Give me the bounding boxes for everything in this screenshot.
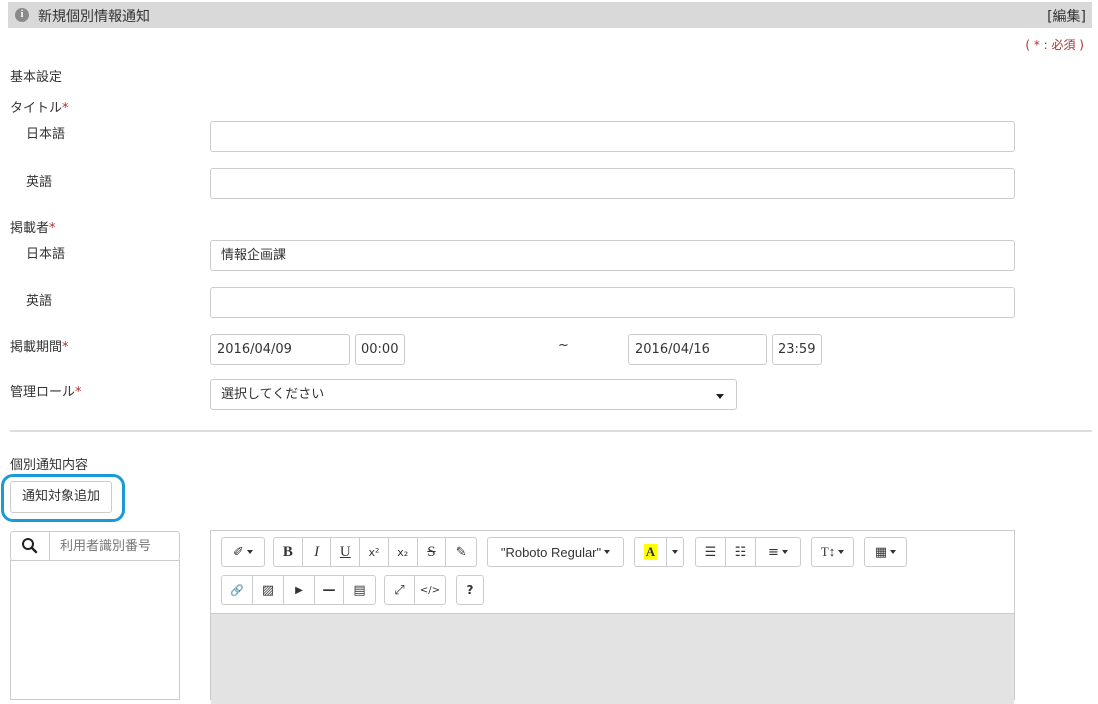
calculator-icon: ▤ — [353, 582, 366, 598]
chevron-down-icon — [781, 550, 788, 554]
toolbar-group-paragraph: ☰ ☷ ≡ — [695, 537, 801, 567]
font-name-dropdown[interactable]: "Roboto Regular" — [488, 538, 623, 566]
ordered-list-icon: ☷ — [734, 544, 747, 560]
align-dropdown[interactable]: ≡ — [756, 538, 800, 566]
magic-wand-icon: ✐ — [233, 544, 244, 560]
rich-text-editor: ✐ B I U x² x₂ S ✎ "Roboto Regular" A ☰ ☷… — [210, 530, 1015, 704]
toolbar-group-font-style: B I U x² x₂ S ✎ — [273, 537, 477, 567]
ordered-list-button[interactable]: ☷ — [726, 538, 756, 566]
toolbar-group-color: A — [634, 537, 684, 567]
font-color-button[interactable]: A — [635, 538, 667, 566]
toolbar-group-style: ✐ — [221, 537, 265, 567]
title-ja-label: 日本語 — [26, 127, 66, 142]
table-dropdown[interactable]: ▦ — [865, 538, 906, 566]
horizontal-rule-button[interactable]: — — [315, 576, 344, 604]
start-time-input[interactable]: 00:00 — [355, 334, 405, 365]
video-button[interactable]: ▶ — [284, 576, 315, 604]
end-date-input[interactable]: 2016/04/16 — [628, 334, 767, 365]
chevron-down-icon — [716, 394, 724, 399]
info-icon: i — [15, 8, 29, 22]
video-icon: ▶ — [295, 584, 303, 596]
title-ja-input[interactable] — [210, 121, 1015, 152]
toolbar-group-insert: 🔗 ▨ ▶ — ▤ — [221, 575, 376, 605]
bold-button[interactable]: B — [274, 538, 303, 566]
font-color-icon: A — [643, 544, 658, 560]
toolbar-group-font-name: "Roboto Regular" — [487, 537, 624, 567]
required-mark: * — [75, 385, 82, 400]
start-date-input[interactable]: 2016/04/09 — [210, 334, 350, 365]
code-icon: </> — [419, 584, 441, 596]
chevron-down-icon — [890, 550, 897, 554]
title-en-label: 英語 — [26, 175, 53, 190]
required-mark: * — [62, 340, 69, 355]
underline-button[interactable]: U — [331, 538, 361, 566]
link-button[interactable]: 🔗 — [222, 576, 253, 604]
end-time-input[interactable]: 23:59 — [772, 334, 822, 365]
publisher-label: 掲載者* — [10, 221, 56, 236]
fullscreen-button[interactable]: ⤢ — [385, 576, 415, 604]
chevron-down-icon — [672, 550, 678, 554]
section-individual-content: 個別通知内容 — [10, 458, 89, 473]
user-id-search-input[interactable] — [50, 532, 178, 560]
horizontal-rule-icon: — — [322, 582, 336, 598]
subscript-button[interactable]: x₂ — [389, 538, 418, 566]
chevron-down-icon — [604, 550, 611, 554]
image-button[interactable]: ▨ — [253, 576, 284, 604]
fullscreen-icon: ⤢ — [394, 582, 405, 598]
required-note: ( * : 必須 ) — [1025, 38, 1084, 52]
page-title: 新規個別情報通知 — [38, 9, 150, 25]
period-separator: ~ — [558, 338, 569, 353]
section-divider — [10, 430, 1092, 432]
section-basic-settings: 基本設定 — [10, 70, 63, 85]
period-label: 掲載期間* — [10, 340, 69, 355]
publisher-en-label: 英語 — [26, 294, 53, 309]
chevron-down-icon — [246, 550, 253, 554]
align-left-icon: ≡ — [768, 544, 779, 560]
toolbar-group-font-size: T↕ — [811, 537, 854, 567]
font-name-value: "Roboto Regular" — [500, 544, 602, 560]
search-icon-addon — [11, 532, 50, 560]
toolbar-group-table: ▦ — [864, 537, 907, 567]
add-target-button[interactable]: 通知対象追加 — [10, 481, 112, 513]
table-icon: ▦ — [874, 544, 888, 560]
toolbar-group-help: ? — [456, 575, 484, 605]
strikethrough-button[interactable]: S — [418, 538, 447, 566]
role-label: 管理ロール* — [10, 385, 82, 400]
help-button[interactable]: ? — [457, 576, 483, 604]
font-size-dropdown[interactable]: T↕ — [812, 538, 853, 566]
panel-header: i 新規個別情報通知 [編集] — [8, 2, 1092, 28]
edit-link[interactable]: [編集] — [1047, 6, 1086, 26]
required-mark: * — [62, 101, 69, 116]
publisher-en-input[interactable] — [210, 287, 1015, 318]
font-color-dropdown[interactable] — [667, 538, 683, 566]
user-search-box — [10, 531, 180, 561]
search-icon — [22, 538, 38, 554]
publisher-ja-label: 日本語 — [26, 247, 66, 262]
magic-wand-dropdown[interactable]: ✐ — [222, 538, 264, 566]
unordered-list-button[interactable]: ☰ — [696, 538, 726, 566]
eraser-icon: ✎ — [455, 544, 467, 560]
link-icon: 🔗 — [230, 583, 244, 597]
unordered-list-icon: ☰ — [704, 544, 717, 560]
user-result-list[interactable] — [10, 560, 180, 700]
chevron-down-icon — [838, 550, 845, 554]
required-mark: * — [49, 221, 56, 236]
image-icon: ▨ — [261, 582, 275, 598]
italic-button[interactable]: I — [303, 538, 332, 566]
role-select[interactable]: 選択してください — [210, 379, 737, 410]
editor-content-area[interactable] — [211, 613, 1014, 704]
font-size-icon: T↕ — [820, 544, 836, 559]
title-label: タイトル* — [10, 101, 69, 116]
help-icon: ? — [466, 583, 474, 597]
title-en-input[interactable] — [210, 168, 1015, 199]
calculator-button[interactable]: ▤ — [344, 576, 375, 604]
code-view-button[interactable]: </> — [415, 576, 445, 604]
toolbar-group-view: ⤢ </> — [384, 575, 446, 605]
publisher-ja-input[interactable]: 情報企画課 — [210, 240, 1015, 271]
eraser-button[interactable]: ✎ — [446, 538, 476, 566]
role-select-value: 選択してください — [221, 387, 325, 402]
superscript-button[interactable]: x² — [360, 538, 389, 566]
